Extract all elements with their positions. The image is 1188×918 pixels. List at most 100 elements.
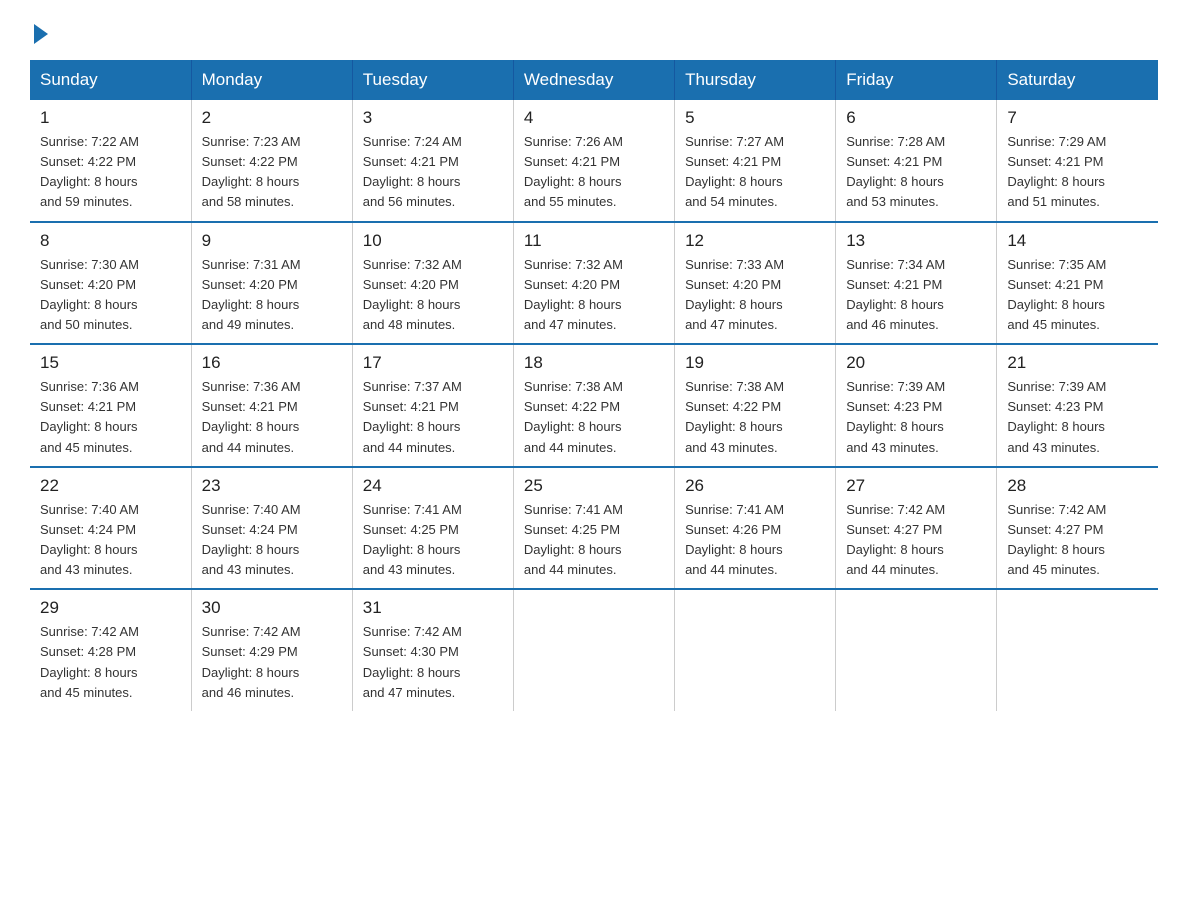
calendar-cell: 17 Sunrise: 7:37 AMSunset: 4:21 PMDayligh… xyxy=(352,344,513,467)
day-info: Sunrise: 7:39 AMSunset: 4:23 PMDaylight:… xyxy=(846,377,986,458)
day-number: 2 xyxy=(202,108,342,128)
day-info: Sunrise: 7:30 AMSunset: 4:20 PMDaylight:… xyxy=(40,255,181,336)
day-number: 21 xyxy=(1007,353,1148,373)
calendar-cell: 24 Sunrise: 7:41 AMSunset: 4:25 PMDayligh… xyxy=(352,467,513,590)
day-info: Sunrise: 7:37 AMSunset: 4:21 PMDaylight:… xyxy=(363,377,503,458)
calendar-cell: 9 Sunrise: 7:31 AMSunset: 4:20 PMDaylight… xyxy=(191,222,352,345)
calendar-week-row: 29 Sunrise: 7:42 AMSunset: 4:28 PMDayligh… xyxy=(30,589,1158,711)
day-number: 12 xyxy=(685,231,825,251)
logo xyxy=(30,20,48,40)
day-number: 31 xyxy=(363,598,503,618)
day-info: Sunrise: 7:24 AMSunset: 4:21 PMDaylight:… xyxy=(363,132,503,213)
calendar-cell: 16 Sunrise: 7:36 AMSunset: 4:21 PMDayligh… xyxy=(191,344,352,467)
day-info: Sunrise: 7:38 AMSunset: 4:22 PMDaylight:… xyxy=(685,377,825,458)
day-info: Sunrise: 7:42 AMSunset: 4:29 PMDaylight:… xyxy=(202,622,342,703)
day-info: Sunrise: 7:40 AMSunset: 4:24 PMDaylight:… xyxy=(202,500,342,581)
calendar-cell: 22Sunrise: 7:40 AMSunset: 4:24 PMDayligh… xyxy=(30,467,191,590)
calendar-cell: 7 Sunrise: 7:29 AMSunset: 4:21 PMDaylight… xyxy=(997,100,1158,222)
day-number: 9 xyxy=(202,231,342,251)
calendar-week-row: 15 Sunrise: 7:36 AMSunset: 4:21 PMDayligh… xyxy=(30,344,1158,467)
calendar-header-wednesday: Wednesday xyxy=(513,60,674,100)
day-number: 26 xyxy=(685,476,825,496)
day-number: 18 xyxy=(524,353,664,373)
day-number: 27 xyxy=(846,476,986,496)
calendar-cell: 8 Sunrise: 7:30 AMSunset: 4:20 PMDaylight… xyxy=(30,222,191,345)
calendar-cell: 5 Sunrise: 7:27 AMSunset: 4:21 PMDaylight… xyxy=(675,100,836,222)
calendar-cell: 14Sunrise: 7:35 AMSunset: 4:21 PMDayligh… xyxy=(997,222,1158,345)
day-number: 1 xyxy=(40,108,181,128)
day-number: 7 xyxy=(1007,108,1148,128)
day-info: Sunrise: 7:36 AMSunset: 4:21 PMDaylight:… xyxy=(202,377,342,458)
day-info: Sunrise: 7:42 AMSunset: 4:30 PMDaylight:… xyxy=(363,622,503,703)
day-info: Sunrise: 7:34 AMSunset: 4:21 PMDaylight:… xyxy=(846,255,986,336)
calendar-week-row: 8 Sunrise: 7:30 AMSunset: 4:20 PMDaylight… xyxy=(30,222,1158,345)
calendar-header-row: SundayMondayTuesdayWednesdayThursdayFrid… xyxy=(30,60,1158,100)
day-number: 3 xyxy=(363,108,503,128)
day-number: 19 xyxy=(685,353,825,373)
calendar-header-friday: Friday xyxy=(836,60,997,100)
calendar-cell: 3 Sunrise: 7:24 AMSunset: 4:21 PMDaylight… xyxy=(352,100,513,222)
calendar-cell: 21 Sunrise: 7:39 AMSunset: 4:23 PMDayligh… xyxy=(997,344,1158,467)
calendar-cell xyxy=(513,589,674,711)
calendar-table: SundayMondayTuesdayWednesdayThursdayFrid… xyxy=(30,60,1158,711)
calendar-cell: 18Sunrise: 7:38 AMSunset: 4:22 PMDayligh… xyxy=(513,344,674,467)
day-info: Sunrise: 7:22 AMSunset: 4:22 PMDaylight:… xyxy=(40,132,181,213)
calendar-header-thursday: Thursday xyxy=(675,60,836,100)
day-info: Sunrise: 7:33 AMSunset: 4:20 PMDaylight:… xyxy=(685,255,825,336)
day-number: 20 xyxy=(846,353,986,373)
calendar-cell: 15 Sunrise: 7:36 AMSunset: 4:21 PMDayligh… xyxy=(30,344,191,467)
day-info: Sunrise: 7:23 AMSunset: 4:22 PMDaylight:… xyxy=(202,132,342,213)
day-number: 23 xyxy=(202,476,342,496)
day-info: Sunrise: 7:26 AMSunset: 4:21 PMDaylight:… xyxy=(524,132,664,213)
day-number: 10 xyxy=(363,231,503,251)
day-info: Sunrise: 7:36 AMSunset: 4:21 PMDaylight:… xyxy=(40,377,181,458)
day-info: Sunrise: 7:27 AMSunset: 4:21 PMDaylight:… xyxy=(685,132,825,213)
calendar-week-row: 22 Sunrise: 7:40 AMSunset: 4:24 PMDayligh… xyxy=(30,467,1158,590)
calendar-week-row: 1 Sunrise: 7:22 AMSunset: 4:22 PMDaylight… xyxy=(30,100,1158,222)
calendar-cell: 23 Sunrise: 7:40 AMSunset: 4:24 PMDayligh… xyxy=(191,467,352,590)
day-info: Sunrise: 7:32 AMSunset: 4:20 PMDaylight:… xyxy=(524,255,664,336)
calendar-cell: 1 Sunrise: 7:22 AMSunset: 4:22 PMDaylight… xyxy=(30,100,191,222)
day-info: Sunrise: 7:32 AMSunset: 4:20 PMDaylight:… xyxy=(363,255,503,336)
calendar-cell: 2 Sunrise: 7:23 AMSunset: 4:22 PMDaylight… xyxy=(191,100,352,222)
day-number: 17 xyxy=(363,353,503,373)
day-number: 14 xyxy=(1007,231,1148,251)
logo-arrow-icon xyxy=(34,24,48,44)
day-number: 15 xyxy=(40,353,181,373)
calendar-cell: 20 Sunrise: 7:39 AMSunset: 4:23 PMDayligh… xyxy=(836,344,997,467)
day-number: 16 xyxy=(202,353,342,373)
calendar-cell: 30 Sunrise: 7:42 AMSunset: 4:29 PMDayligh… xyxy=(191,589,352,711)
day-number: 4 xyxy=(524,108,664,128)
day-info: Sunrise: 7:42 AMSunset: 4:28 PMDaylight:… xyxy=(40,622,181,703)
day-info: Sunrise: 7:29 AMSunset: 4:21 PMDaylight:… xyxy=(1007,132,1148,213)
day-info: Sunrise: 7:41 AMSunset: 4:25 PMDaylight:… xyxy=(363,500,503,581)
day-number: 22 xyxy=(40,476,181,496)
calendar-cell: 12 Sunrise: 7:33 AMSunset: 4:20 PMDayligh… xyxy=(675,222,836,345)
day-number: 5 xyxy=(685,108,825,128)
day-number: 29 xyxy=(40,598,181,618)
day-number: 28 xyxy=(1007,476,1148,496)
calendar-cell: 11Sunrise: 7:32 AMSunset: 4:20 PMDayligh… xyxy=(513,222,674,345)
day-number: 8 xyxy=(40,231,181,251)
page-header xyxy=(30,20,1158,40)
calendar-cell: 29 Sunrise: 7:42 AMSunset: 4:28 PMDayligh… xyxy=(30,589,191,711)
calendar-header-tuesday: Tuesday xyxy=(352,60,513,100)
day-info: Sunrise: 7:41 AMSunset: 4:26 PMDaylight:… xyxy=(685,500,825,581)
day-info: Sunrise: 7:28 AMSunset: 4:21 PMDaylight:… xyxy=(846,132,986,213)
day-info: Sunrise: 7:41 AMSunset: 4:25 PMDaylight:… xyxy=(524,500,664,581)
day-info: Sunrise: 7:42 AMSunset: 4:27 PMDaylight:… xyxy=(1007,500,1148,581)
day-number: 6 xyxy=(846,108,986,128)
day-number: 30 xyxy=(202,598,342,618)
calendar-cell: 31 Sunrise: 7:42 AMSunset: 4:30 PMDayligh… xyxy=(352,589,513,711)
calendar-cell: 10 Sunrise: 7:32 AMSunset: 4:20 PMDayligh… xyxy=(352,222,513,345)
calendar-cell xyxy=(836,589,997,711)
day-info: Sunrise: 7:39 AMSunset: 4:23 PMDaylight:… xyxy=(1007,377,1148,458)
day-info: Sunrise: 7:31 AMSunset: 4:20 PMDaylight:… xyxy=(202,255,342,336)
calendar-cell: 4 Sunrise: 7:26 AMSunset: 4:21 PMDaylight… xyxy=(513,100,674,222)
day-number: 24 xyxy=(363,476,503,496)
calendar-cell: 26 Sunrise: 7:41 AMSunset: 4:26 PMDayligh… xyxy=(675,467,836,590)
day-info: Sunrise: 7:42 AMSunset: 4:27 PMDaylight:… xyxy=(846,500,986,581)
calendar-cell: 6 Sunrise: 7:28 AMSunset: 4:21 PMDaylight… xyxy=(836,100,997,222)
day-number: 13 xyxy=(846,231,986,251)
calendar-cell: 27 Sunrise: 7:42 AMSunset: 4:27 PMDayligh… xyxy=(836,467,997,590)
